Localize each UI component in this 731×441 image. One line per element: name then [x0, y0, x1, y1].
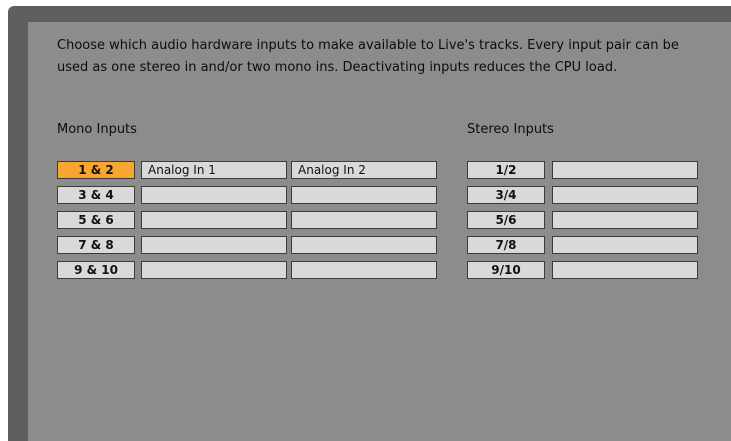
stereo-input-row: 5/6 — [467, 211, 707, 229]
stereo-pair-toggle-1-2[interactable]: 1/2 — [467, 161, 545, 179]
mono-input-name-field[interactable] — [291, 261, 437, 279]
stereo-input-row: 7/8 — [467, 236, 707, 254]
mono-input-name-field[interactable] — [141, 236, 287, 254]
stereo-pair-toggle-5-6[interactable]: 5/6 — [467, 211, 545, 229]
mono-input-name-field[interactable] — [141, 261, 287, 279]
mono-input-name-field[interactable]: Analog In 1 — [141, 161, 287, 179]
stereo-inputs-title: Stereo Inputs — [467, 122, 554, 137]
mono-input-name-field[interactable]: Analog In 2 — [291, 161, 437, 179]
mono-input-name-field[interactable] — [291, 186, 437, 204]
stereo-pair-toggle-7-8[interactable]: 7/8 — [467, 236, 545, 254]
mono-input-name-field[interactable] — [141, 186, 287, 204]
stereo-pair-toggle-9-10[interactable]: 9/10 — [467, 261, 545, 279]
mono-input-name-field[interactable] — [291, 211, 437, 229]
mono-input-row: 3 & 4 — [57, 186, 437, 204]
mono-pair-toggle-1-2[interactable]: 1 & 2 — [57, 161, 135, 179]
mono-pair-toggle-5-6[interactable]: 5 & 6 — [57, 211, 135, 229]
mono-pair-toggle-7-8[interactable]: 7 & 8 — [57, 236, 135, 254]
mono-input-row: 7 & 8 — [57, 236, 437, 254]
stereo-input-row: 9/10 — [467, 261, 707, 279]
stereo-pair-toggle-3-4[interactable]: 3/4 — [467, 186, 545, 204]
stereo-input-name-field[interactable] — [552, 186, 698, 204]
description-text: Choose which audio hardware inputs to ma… — [57, 38, 679, 75]
mono-input-row: 1 & 2 Analog In 1 Analog In 2 — [57, 161, 437, 179]
stereo-input-name-field[interactable] — [552, 236, 698, 254]
stereo-input-name-field[interactable] — [552, 211, 698, 229]
mono-input-row: 9 & 10 — [57, 261, 437, 279]
stereo-input-row: 1/2 — [467, 161, 707, 179]
mono-pair-toggle-3-4[interactable]: 3 & 4 — [57, 186, 135, 204]
mono-input-name-field[interactable] — [141, 211, 287, 229]
mono-pair-toggle-9-10[interactable]: 9 & 10 — [57, 261, 135, 279]
mono-input-row: 5 & 6 — [57, 211, 437, 229]
mono-inputs-title: Mono Inputs — [57, 122, 137, 137]
window-frame: Choose which audio hardware inputs to ma… — [8, 6, 731, 441]
mono-input-name-field[interactable] — [291, 236, 437, 254]
stereo-input-name-field[interactable] — [552, 161, 698, 179]
input-config-panel: Choose which audio hardware inputs to ma… — [28, 22, 731, 441]
stereo-input-name-field[interactable] — [552, 261, 698, 279]
stereo-input-row: 3/4 — [467, 186, 707, 204]
